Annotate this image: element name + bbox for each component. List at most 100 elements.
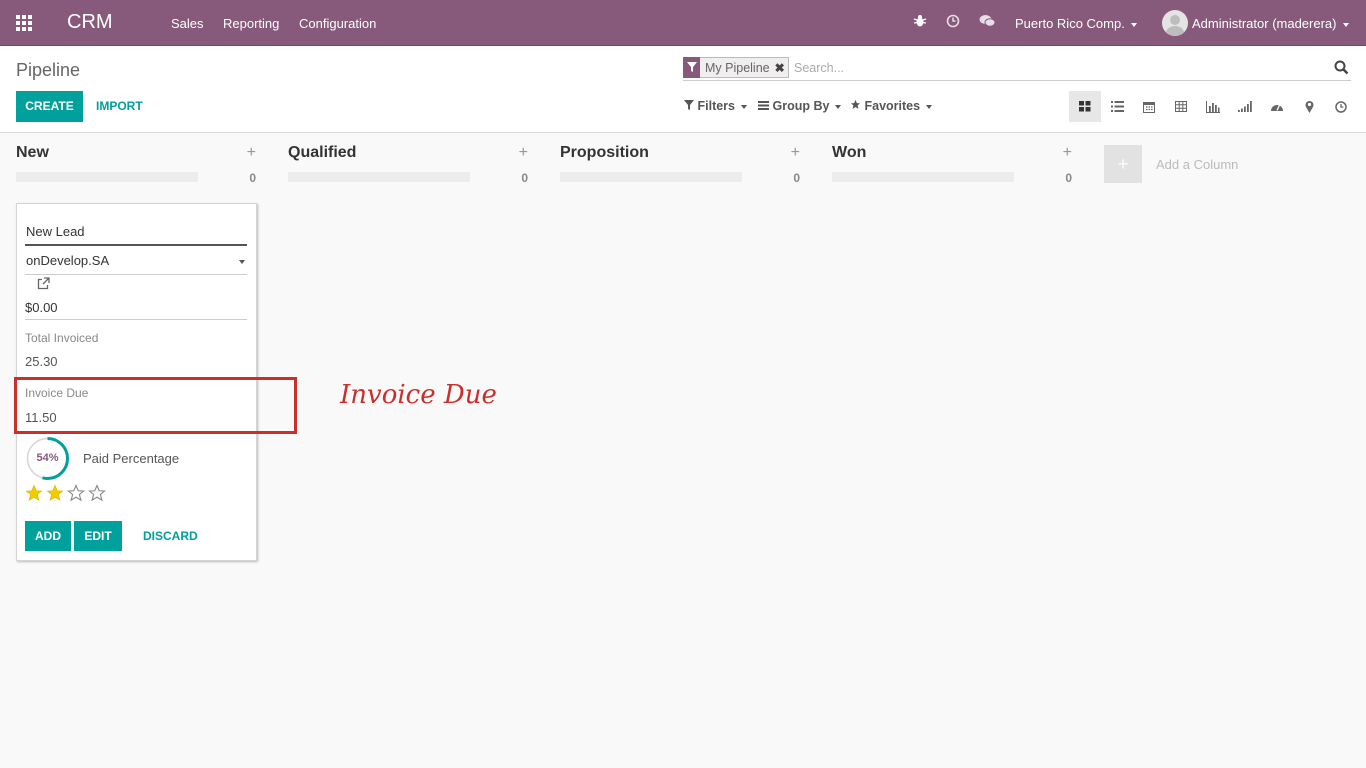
column-title[interactable]: Qualified xyxy=(288,144,356,162)
menu-reporting[interactable]: Reporting xyxy=(223,16,279,31)
company-name: Puerto Rico Comp. xyxy=(1015,16,1125,31)
kanban-column-won: Won + 0 xyxy=(832,143,1072,188)
total-invoiced-value: 25.30 xyxy=(25,354,58,369)
activity-view-button[interactable] xyxy=(1325,91,1357,122)
map-view-button[interactable] xyxy=(1293,91,1325,122)
search-facet[interactable]: My Pipeline ✖ xyxy=(683,56,789,78)
kanban-column-new: New + 0 xyxy=(16,143,256,188)
edit-button[interactable]: EDIT xyxy=(74,521,122,551)
table-icon xyxy=(1175,101,1187,112)
total-invoiced-label: Total Invoiced xyxy=(25,331,99,345)
search-bar: My Pipeline ✖ xyxy=(683,56,1351,81)
import-button[interactable]: IMPORT xyxy=(96,99,143,113)
facet-label: My Pipeline xyxy=(705,60,770,75)
filter-icon xyxy=(684,100,694,110)
star-filled-icon[interactable] xyxy=(46,484,64,502)
company-switcher[interactable]: Puerto Rico Comp. xyxy=(1015,16,1137,31)
add-column-label[interactable]: Add a Column xyxy=(1156,157,1238,172)
filters-dropdown[interactable]: Filters xyxy=(684,99,747,113)
kanban-icon xyxy=(1079,101,1091,112)
bug-icon[interactable] xyxy=(913,14,927,31)
menu-sales[interactable]: Sales xyxy=(171,16,204,31)
kanban-column-proposition: Proposition + 0 xyxy=(560,143,800,188)
highlight-box xyxy=(14,377,297,434)
signal-icon xyxy=(1238,101,1252,112)
chevron-down-icon xyxy=(741,104,747,109)
control-panel: Pipeline CREATE IMPORT My Pipeline ✖ Fil… xyxy=(0,46,1366,133)
column-title[interactable]: Won xyxy=(832,144,866,162)
graph-view-button[interactable] xyxy=(1197,91,1229,122)
star-filled-icon[interactable] xyxy=(25,484,43,502)
kanban-column-qualified: Qualified + 0 xyxy=(288,143,528,188)
chevron-down-icon xyxy=(835,104,842,109)
groupby-dropdown[interactable]: Group By xyxy=(758,99,842,113)
plus-icon[interactable]: + xyxy=(791,144,800,162)
plus-icon[interactable]: + xyxy=(1063,144,1072,162)
chevron-down-icon xyxy=(1130,22,1137,27)
star-empty-icon[interactable] xyxy=(67,484,85,502)
pivot-view-button[interactable] xyxy=(1165,91,1197,122)
cohort-view-button[interactable] xyxy=(1229,91,1261,122)
close-icon[interactable]: ✖ xyxy=(775,61,788,75)
chat-icon[interactable] xyxy=(979,14,996,31)
filter-icon xyxy=(683,56,700,78)
chevron-down-icon[interactable] xyxy=(239,260,245,264)
map-marker-icon xyxy=(1305,100,1313,113)
chevron-down-icon xyxy=(1342,22,1349,27)
lead-name-field[interactable]: New Lead xyxy=(25,222,247,246)
bars-icon xyxy=(758,101,769,110)
column-progressbar xyxy=(560,172,742,182)
app-brand: CRM xyxy=(67,11,113,33)
paid-percentage-value: 54% xyxy=(36,452,59,464)
user-name: Administrator (maderera) xyxy=(1192,16,1337,31)
breadcrumb[interactable]: Pipeline xyxy=(16,60,80,81)
column-count: 0 xyxy=(793,171,800,185)
list-icon xyxy=(1110,101,1124,112)
dashboard-view-button[interactable] xyxy=(1261,91,1293,122)
column-count: 0 xyxy=(1065,171,1072,185)
external-link-icon[interactable] xyxy=(37,277,50,293)
top-navbar: CRM Sales Reporting Configuration Puerto… xyxy=(0,0,1366,46)
search-input[interactable] xyxy=(794,58,1314,78)
view-switcher xyxy=(1069,91,1357,122)
partner-value: onDevelop.SA xyxy=(26,253,110,268)
create-button[interactable]: CREATE xyxy=(16,91,83,122)
column-count: 0 xyxy=(249,171,256,185)
expected-revenue-field[interactable]: $0.00 xyxy=(25,300,247,320)
search-icon[interactable] xyxy=(1334,60,1349,78)
add-column-button[interactable]: + xyxy=(1104,145,1142,183)
apps-menu-icon[interactable] xyxy=(16,15,34,31)
tachometer-icon xyxy=(1271,104,1283,111)
column-title[interactable]: New xyxy=(16,144,49,162)
plus-icon[interactable]: + xyxy=(247,144,256,162)
priority-stars xyxy=(25,484,106,502)
annotation-text: Invoice Due xyxy=(340,380,497,410)
menu-configuration[interactable]: Configuration xyxy=(299,16,376,31)
add-button[interactable]: ADD xyxy=(25,521,71,551)
column-progressbar xyxy=(832,172,1014,182)
star-icon xyxy=(850,99,861,109)
star-empty-icon[interactable] xyxy=(88,484,106,502)
favorites-dropdown[interactable]: Favorites xyxy=(850,99,933,113)
user-menu[interactable]: Administrator (maderera) xyxy=(1192,16,1349,31)
calendar-view-button[interactable] xyxy=(1133,91,1165,122)
filters-label: Filters xyxy=(697,99,735,113)
groupby-label: Group By xyxy=(772,99,830,113)
bar-chart-icon xyxy=(1206,100,1220,113)
clock-icon xyxy=(1335,100,1347,113)
clock-icon[interactable] xyxy=(946,14,960,31)
column-title[interactable]: Proposition xyxy=(560,144,649,162)
discard-button[interactable]: DISCARD xyxy=(143,529,198,543)
kanban-view-button[interactable] xyxy=(1069,91,1101,122)
column-progressbar xyxy=(16,172,198,182)
column-count: 0 xyxy=(521,171,528,185)
paid-percentage-label: Paid Percentage xyxy=(83,451,180,466)
list-view-button[interactable] xyxy=(1101,91,1133,122)
plus-icon[interactable]: + xyxy=(519,144,528,162)
partner-field[interactable]: onDevelop.SA xyxy=(25,251,247,275)
column-progressbar xyxy=(288,172,470,182)
avatar[interactable] xyxy=(1162,10,1188,36)
calendar-icon xyxy=(1143,101,1155,113)
chevron-down-icon xyxy=(926,104,933,109)
favorites-label: Favorites xyxy=(864,99,921,113)
